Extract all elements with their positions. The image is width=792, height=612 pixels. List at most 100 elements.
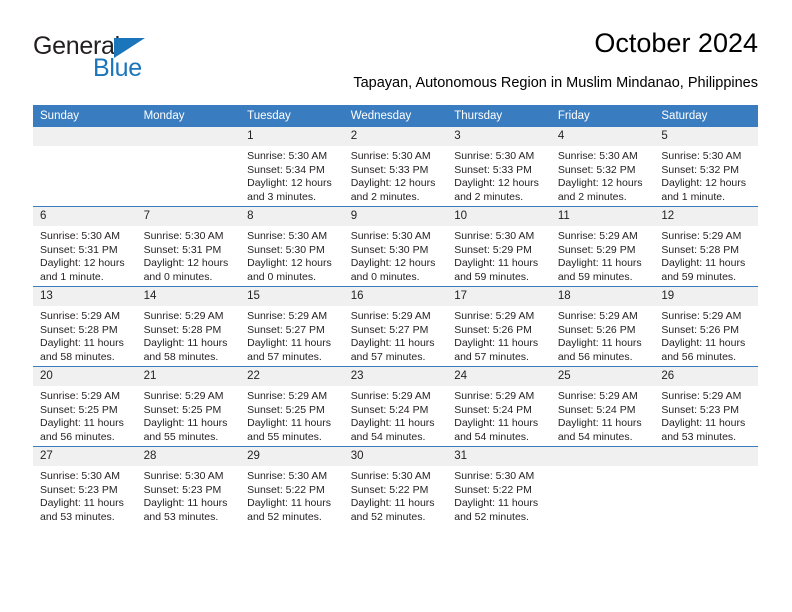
sunrise-text: Sunrise: 5:30 AM — [557, 150, 638, 162]
calendar-day-cell[interactable]: 27 Sunrise: 5:30 AM Sunset: 5:23 PM Dayligh… — [33, 446, 137, 526]
calendar-day-cell[interactable]: 3 Sunrise: 5:30 AM Sunset: 5:33 PM Daylight… — [447, 127, 551, 207]
calendar-day-cell[interactable]: 14 Sunrise: 5:29 AM Sunset: 5:28 PM Dayligh… — [136, 286, 241, 367]
day-number: 8 — [240, 207, 344, 226]
day-number: 25 — [550, 367, 655, 386]
day-details: Sunrise: 5:29 AM Sunset: 5:28 PM Daylight:… — [654, 226, 758, 284]
sunrise-text: Sunrise: 5:29 AM — [454, 310, 535, 322]
calendar-day-cell[interactable]: 20 Sunrise: 5:29 AM Sunset: 5:25 PM Dayligh… — [33, 366, 137, 447]
daylight-text: Daylight: 11 hours and 57 minutes. — [350, 337, 435, 363]
calendar-day-cell[interactable]: 8 Sunrise: 5:30 AM Sunset: 5:30 PM Daylight… — [240, 206, 344, 287]
sunset-text: Sunset: 5:24 PM — [350, 403, 429, 416]
day-details: Sunrise: 5:29 AM Sunset: 5:26 PM Daylight:… — [654, 306, 758, 364]
sunset-text: Sunset: 5:28 PM — [661, 243, 740, 256]
calendar-day-cell[interactable]: 11 Sunrise: 5:29 AM Sunset: 5:29 PM Dayligh… — [550, 206, 655, 287]
day-details: Sunrise: 5:29 AM Sunset: 5:25 PM Daylight:… — [240, 386, 344, 444]
calendar-day-cell[interactable]: 21 Sunrise: 5:29 AM Sunset: 5:25 PM Dayligh… — [136, 366, 241, 447]
day-number — [33, 127, 137, 146]
daylight-text: Daylight: 11 hours and 56 minutes. — [661, 337, 746, 363]
calendar-day-cell[interactable]: 24 Sunrise: 5:29 AM Sunset: 5:24 PM Dayligh… — [447, 366, 551, 447]
calendar-day-cell[interactable]: 13 Sunrise: 5:29 AM Sunset: 5:28 PM Dayligh… — [33, 286, 137, 367]
sunset-text: Sunset: 5:27 PM — [350, 323, 429, 336]
sunrise-text: Sunrise: 5:30 AM — [247, 150, 328, 162]
sunset-text: Sunset: 5:30 PM — [350, 243, 429, 256]
day-number: 23 — [343, 367, 448, 386]
sunset-text: Sunset: 5:31 PM — [143, 243, 222, 256]
day-number: 12 — [654, 207, 758, 226]
day-details: Sunrise: 5:30 AM Sunset: 5:32 PM Daylight:… — [551, 146, 655, 204]
calendar-day-cell[interactable]: 19 Sunrise: 5:29 AM Sunset: 5:26 PM Dayligh… — [654, 286, 758, 367]
calendar-week-row: 1 Sunrise: 5:30 AM Sunset: 5:34 PM Daylight… — [33, 127, 758, 207]
calendar-day-cell[interactable]: 17 Sunrise: 5:29 AM Sunset: 5:26 PM Dayligh… — [447, 286, 551, 367]
calendar-day-cell[interactable]: 29 Sunrise: 5:30 AM Sunset: 5:22 PM Dayligh… — [240, 446, 344, 526]
sunrise-text: Sunrise: 5:29 AM — [350, 390, 431, 402]
calendar-day-cell[interactable]: 6 Sunrise: 5:30 AM Sunset: 5:31 PM Daylight… — [33, 206, 137, 287]
calendar-week-row: 20 Sunrise: 5:29 AM Sunset: 5:25 PM Dayligh… — [33, 366, 758, 447]
calendar-day-cell[interactable]: 28 Sunrise: 5:30 AM Sunset: 5:23 PM Dayligh… — [136, 446, 241, 526]
day-number: 26 — [654, 367, 758, 386]
sunset-text: Sunset: 5:26 PM — [557, 323, 636, 336]
page-title: October 2024 — [594, 28, 758, 58]
calendar-day-cell[interactable]: 2 Sunrise: 5:30 AM Sunset: 5:33 PM Daylight… — [343, 127, 448, 207]
calendar-day-cell[interactable]: 9 Sunrise: 5:30 AM Sunset: 5:30 PM Daylight… — [343, 206, 448, 287]
day-details: Sunrise: 5:30 AM Sunset: 5:22 PM Daylight:… — [240, 466, 344, 524]
day-details: Sunrise: 5:30 AM Sunset: 5:33 PM Daylight:… — [447, 146, 551, 204]
sunrise-text: Sunrise: 5:30 AM — [661, 150, 742, 162]
daylight-text: Daylight: 12 hours and 3 minutes. — [247, 177, 332, 203]
sunrise-text: Sunrise: 5:30 AM — [247, 470, 328, 482]
day-number: 21 — [136, 367, 241, 386]
day-details: Sunrise: 5:29 AM Sunset: 5:26 PM Daylight:… — [447, 306, 551, 364]
calendar-week-row: 6 Sunrise: 5:30 AM Sunset: 5:31 PM Daylight… — [33, 206, 758, 287]
day-details: Sunrise: 5:29 AM Sunset: 5:24 PM Daylight:… — [551, 386, 655, 444]
day-number: 24 — [447, 367, 551, 386]
calendar-day-cell[interactable]: 4 Sunrise: 5:30 AM Sunset: 5:32 PM Daylight… — [550, 127, 655, 207]
weekday-header-monday: Monday — [136, 105, 241, 127]
calendar-day-cell[interactable]: 31 Sunrise: 5:30 AM Sunset: 5:22 PM Dayligh… — [447, 446, 551, 526]
calendar-day-cell[interactable]: 10 Sunrise: 5:30 AM Sunset: 5:29 PM Dayligh… — [447, 206, 551, 287]
sunset-text: Sunset: 5:30 PM — [247, 243, 325, 256]
calendar-day-cell[interactable]: 26 Sunrise: 5:29 AM Sunset: 5:23 PM Dayligh… — [654, 366, 758, 447]
daylight-text: Daylight: 11 hours and 57 minutes. — [454, 337, 539, 363]
calendar-day-cell[interactable]: 7 Sunrise: 5:30 AM Sunset: 5:31 PM Daylight… — [136, 206, 241, 287]
sunset-text: Sunset: 5:34 PM — [247, 163, 325, 176]
calendar-day-cell[interactable]: 12 Sunrise: 5:29 AM Sunset: 5:28 PM Dayligh… — [654, 206, 758, 287]
sunrise-text: Sunrise: 5:29 AM — [247, 310, 328, 322]
calendar-day-cell[interactable]: 1 Sunrise: 5:30 AM Sunset: 5:34 PM Daylight… — [240, 127, 344, 207]
sunset-text: Sunset: 5:29 PM — [454, 243, 532, 256]
day-number: 17 — [447, 287, 551, 306]
daylight-text: Daylight: 11 hours and 52 minutes. — [454, 497, 539, 523]
day-number — [550, 447, 655, 466]
sunrise-text: Sunrise: 5:30 AM — [454, 230, 535, 242]
weekday-header-saturday: Saturday — [654, 105, 758, 127]
calendar-day-cell[interactable]: 22 Sunrise: 5:29 AM Sunset: 5:25 PM Dayligh… — [240, 366, 344, 447]
calendar-day-cell[interactable]: 16 Sunrise: 5:29 AM Sunset: 5:27 PM Dayligh… — [343, 286, 448, 367]
day-number: 31 — [447, 447, 551, 466]
weekday-header-sunday: Sunday — [33, 105, 137, 127]
daylight-text: Daylight: 11 hours and 55 minutes. — [247, 417, 331, 443]
day-number: 28 — [136, 447, 241, 466]
day-number: 27 — [33, 447, 137, 466]
calendar-grid: Sunday Monday Tuesday Wednesday Thursday… — [33, 105, 758, 526]
calendar-page: General Blue October 2024 Tapayan, Auton… — [0, 0, 792, 612]
sunrise-text: Sunrise: 5:30 AM — [350, 230, 431, 242]
daylight-text: Daylight: 11 hours and 58 minutes. — [143, 337, 228, 363]
day-details: Sunrise: 5:29 AM Sunset: 5:24 PM Daylight:… — [344, 386, 448, 444]
daylight-text: Daylight: 11 hours and 56 minutes. — [557, 337, 642, 363]
day-number: 1 — [240, 127, 344, 146]
sunset-text: Sunset: 5:32 PM — [661, 163, 740, 176]
sunrise-text: Sunrise: 5:29 AM — [454, 390, 535, 402]
day-details: Sunrise: 5:30 AM Sunset: 5:30 PM Daylight:… — [240, 226, 344, 284]
day-details: Sunrise: 5:29 AM Sunset: 5:27 PM Daylight:… — [344, 306, 448, 364]
day-details: Sunrise: 5:29 AM Sunset: 5:27 PM Daylight:… — [240, 306, 344, 364]
calendar-day-cell[interactable]: 23 Sunrise: 5:29 AM Sunset: 5:24 PM Dayligh… — [343, 366, 448, 447]
calendar-day-cell[interactable]: 25 Sunrise: 5:29 AM Sunset: 5:24 PM Dayligh… — [550, 366, 655, 447]
calendar-day-cell[interactable]: 30 Sunrise: 5:30 AM Sunset: 5:22 PM Dayligh… — [343, 446, 448, 526]
day-number: 30 — [343, 447, 448, 466]
sunrise-text: Sunrise: 5:29 AM — [661, 310, 742, 322]
day-details: Sunrise: 5:30 AM Sunset: 5:31 PM Daylight:… — [33, 226, 137, 284]
calendar-day-cell[interactable]: 5 Sunrise: 5:30 AM Sunset: 5:32 PM Daylight… — [654, 127, 758, 207]
sunrise-text: Sunrise: 5:30 AM — [143, 230, 224, 242]
calendar-day-cell[interactable]: 18 Sunrise: 5:29 AM Sunset: 5:26 PM Dayligh… — [550, 286, 655, 367]
daylight-text: Daylight: 12 hours and 1 minute. — [661, 177, 747, 203]
calendar-day-cell[interactable]: 15 Sunrise: 5:29 AM Sunset: 5:27 PM Dayligh… — [240, 286, 344, 367]
day-number: 11 — [550, 207, 655, 226]
